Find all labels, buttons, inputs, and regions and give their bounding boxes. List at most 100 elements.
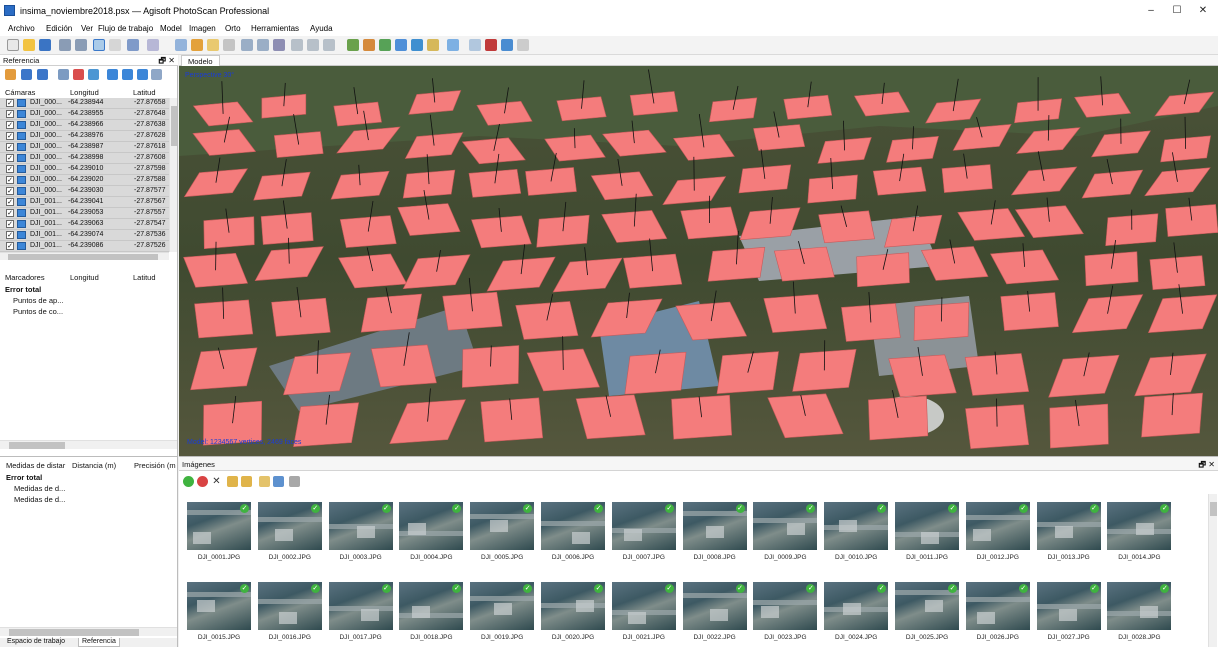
- zoom-in-icon[interactable]: [241, 39, 253, 51]
- image-thumbnail[interactable]: ✓ DJI_0002.JPG: [257, 502, 322, 576]
- camera-plane[interactable]: [556, 96, 607, 122]
- fit-icon[interactable]: [207, 39, 219, 51]
- image-thumbnail[interactable]: ✓ DJI_0008.JPG: [682, 502, 747, 576]
- disable-cameras-icon[interactable]: [197, 476, 208, 487]
- cameras-horizontal-scrollbar[interactable]: [0, 252, 169, 260]
- settings-icon[interactable]: [151, 69, 162, 80]
- camera-plane[interactable]: [841, 303, 901, 342]
- image-thumbnail[interactable]: ✓ DJI_0010.JPG: [824, 502, 889, 576]
- camera-plane[interactable]: [339, 215, 397, 248]
- camera-checkbox[interactable]: ✓: [6, 176, 14, 184]
- menu-model[interactable]: Model: [160, 24, 182, 33]
- markers-item[interactable]: Puntos de ap...: [13, 296, 63, 305]
- cameras-vertical-scrollbar[interactable]: [169, 98, 177, 252]
- crop-icon[interactable]: [191, 39, 203, 51]
- camera-plane[interactable]: [260, 212, 314, 245]
- zoom-out-icon[interactable]: [257, 39, 269, 51]
- markers-longitude-header[interactable]: Longitud: [70, 273, 99, 282]
- export-icon[interactable]: [21, 69, 32, 80]
- image-thumbnail[interactable]: ✓ DJI_0009.JPG: [753, 502, 818, 576]
- camera-row[interactable]: ✓ DJI_000... -64.238998 -27.87608: [0, 153, 170, 164]
- markers-column-header[interactable]: Marcadores: [5, 273, 45, 282]
- texture-icon[interactable]: [347, 39, 359, 51]
- model-scene[interactable]: [179, 66, 1218, 456]
- camera-row[interactable]: ✓ DJI_000... -64.238966 -27.87638: [0, 120, 170, 131]
- markers-item[interactable]: Puntos de co...: [13, 307, 63, 316]
- menu-ayuda[interactable]: Ayuda: [310, 24, 333, 33]
- measures-column-header[interactable]: Medidas de distar: [6, 461, 65, 470]
- camera-plane[interactable]: [468, 169, 522, 198]
- menu-archivo[interactable]: Archivo: [8, 24, 35, 33]
- filter-icon[interactable]: [259, 476, 270, 487]
- image-thumbnail[interactable]: ✓ DJI_0005.JPG: [470, 502, 535, 576]
- image-thumbnail[interactable]: ✓ DJI_0015.JPG: [187, 582, 251, 647]
- camera-row[interactable]: ✓ DJI_001... -64.239063 -27.87547: [0, 219, 170, 230]
- image-thumbnail[interactable]: ✓ DJI_0007.JPG: [611, 502, 676, 576]
- camera-plane[interactable]: [333, 101, 382, 127]
- camera-row[interactable]: ✓ DJI_000... -64.238955 -27.87648: [0, 109, 170, 120]
- camera-row[interactable]: ✓ DJI_000... -64.239010 -27.87598: [0, 164, 170, 175]
- navigate-icon[interactable]: [109, 39, 121, 51]
- precision-column-header[interactable]: Precisión (m: [134, 461, 176, 470]
- dense-icon[interactable]: [291, 39, 303, 51]
- camera-plane[interactable]: [370, 344, 437, 388]
- shaded-icon[interactable]: [411, 39, 423, 51]
- menu-imagen[interactable]: Imagen: [189, 24, 216, 33]
- camera-row[interactable]: ✓ DJI_000... -64.238976 -27.87628: [0, 131, 170, 142]
- image-thumbnail[interactable]: ✓ DJI_0016.JPG: [257, 582, 322, 647]
- image-thumbnail[interactable]: ✓ DJI_0018.JPG: [399, 582, 464, 647]
- camera-row[interactable]: ✓ DJI_001... -64.239086 -27.87526: [0, 241, 170, 252]
- view-mode-icon[interactable]: [289, 476, 300, 487]
- reset-icon[interactable]: [88, 69, 99, 80]
- camera-row[interactable]: ✓ DJI_000... -64.238944 -27.87658: [0, 98, 170, 109]
- markers-latitude-header[interactable]: Latitud: [133, 273, 156, 282]
- menu-ver[interactable]: Ver: [81, 24, 93, 33]
- panel-float-close-buttons[interactable]: 🗗 ✕: [159, 55, 175, 69]
- latitude-column-header[interactable]: Latitud: [133, 88, 156, 97]
- camera-checkbox[interactable]: ✓: [6, 121, 14, 129]
- camera-checkbox[interactable]: ✓: [6, 143, 14, 151]
- image-thumbnail[interactable]: ✓ DJI_0003.JPG: [328, 502, 393, 576]
- tab-workspace[interactable]: Espacio de trabajo: [4, 638, 68, 647]
- camera-row[interactable]: ✓ DJI_001... -64.239041 -27.87567: [0, 197, 170, 208]
- remove-cameras-icon[interactable]: ✕: [211, 476, 222, 487]
- images-vertical-scrollbar[interactable]: [1208, 494, 1217, 647]
- menu-flujo[interactable]: Flujo de trabajo: [98, 24, 153, 33]
- image-thumbnail[interactable]: ✓ DJI_0020.JPG: [541, 582, 605, 647]
- view-estimated-icon[interactable]: [122, 69, 133, 80]
- maximize-button[interactable]: ☐: [1168, 3, 1186, 19]
- camera-plane[interactable]: [783, 94, 833, 120]
- images-scroll-thumb[interactable]: [1210, 502, 1217, 516]
- camera-checkbox[interactable]: ✓: [6, 242, 14, 250]
- image-thumbnail[interactable]: ✓ DJI_0023.JPG: [753, 582, 818, 647]
- image-thumbnail[interactable]: ✓ DJI_0001.JPG: [187, 502, 251, 576]
- view-source-icon[interactable]: [107, 69, 118, 80]
- cameras-toggle-icon[interactable]: [501, 39, 513, 51]
- measures-item[interactable]: Medidas de d...: [14, 484, 65, 493]
- tiled-icon[interactable]: [323, 39, 335, 51]
- camera-row[interactable]: ✓ DJI_000... -64.238987 -27.87618: [0, 142, 170, 153]
- camera-plane[interactable]: [623, 253, 683, 289]
- camera-plane[interactable]: [253, 171, 311, 201]
- camera-plane[interactable]: [360, 293, 422, 333]
- camera-checkbox[interactable]: ✓: [6, 209, 14, 217]
- longitude-column-header[interactable]: Longitud: [70, 88, 99, 97]
- menu-edicion[interactable]: Edición: [46, 24, 72, 33]
- camera-checkbox[interactable]: ✓: [6, 110, 14, 118]
- region-icon[interactable]: [469, 39, 481, 51]
- image-thumbnail[interactable]: ✓ DJI_0021.JPG: [611, 582, 676, 647]
- import-icon[interactable]: [5, 69, 16, 80]
- camera-plane[interactable]: [941, 164, 993, 193]
- rotate-icon[interactable]: [127, 39, 139, 51]
- ruler-icon[interactable]: [175, 39, 187, 51]
- points-icon[interactable]: [273, 39, 285, 51]
- camera-checkbox[interactable]: ✓: [6, 231, 14, 239]
- redo-icon[interactable]: [75, 39, 87, 51]
- image-thumbnail[interactable]: ✓ DJI_0006.JPG: [541, 502, 605, 576]
- minimize-button[interactable]: –: [1142, 3, 1160, 19]
- menu-herramientas[interactable]: Herramientas: [251, 24, 299, 33]
- save-icon[interactable]: [39, 39, 51, 51]
- convert-icon[interactable]: [37, 69, 48, 80]
- cameras-scroll-thumb[interactable]: [171, 106, 177, 146]
- camera-checkbox[interactable]: ✓: [6, 165, 14, 173]
